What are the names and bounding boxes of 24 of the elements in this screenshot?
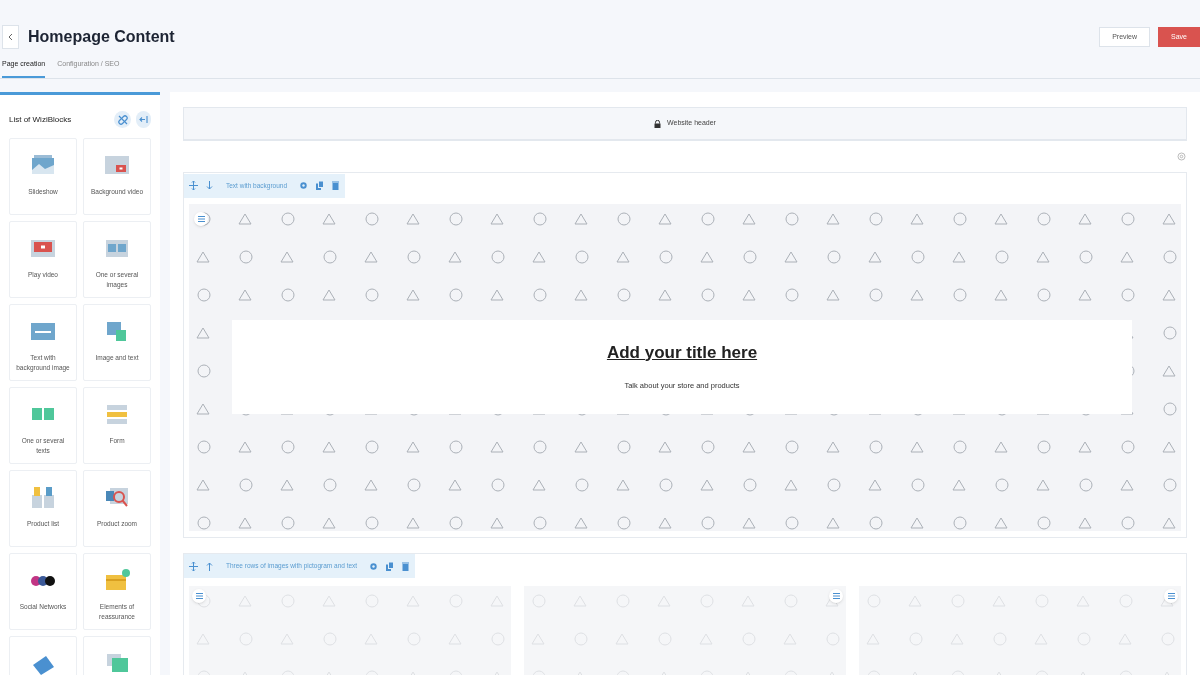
move-icon[interactable]: [189, 561, 198, 571]
banner-title: Add your title here: [606, 341, 758, 364]
menu-icon[interactable]: [1164, 589, 1178, 603]
menu-icon[interactable]: [194, 211, 208, 226]
block-icon: [104, 651, 130, 675]
trash-icon[interactable]: [331, 181, 341, 190]
lock-icon: [654, 119, 662, 128]
block-icon: [30, 485, 56, 511]
move-icon[interactable]: [189, 181, 198, 190]
menu-icon[interactable]: [829, 589, 843, 603]
sidebar-title: List of WiziBlocks: [9, 113, 72, 126]
menu-icon[interactable]: [192, 589, 206, 603]
copy-icon[interactable]: [315, 181, 325, 190]
unlink-icon[interactable]: [114, 111, 131, 128]
copy-icon[interactable]: [385, 561, 395, 571]
page-title: Homepage Content: [28, 27, 175, 47]
chevron-left-icon: [8, 33, 13, 41]
collapse-icon[interactable]: [136, 111, 151, 128]
settings-icon[interactable]: [369, 561, 379, 571]
arrow-down-icon[interactable]: [205, 181, 214, 190]
arrow-up-icon[interactable]: [205, 561, 214, 571]
settings-icon[interactable]: [299, 181, 309, 190]
trash-icon[interactable]: [401, 561, 411, 571]
settings-icon[interactable]: [1177, 152, 1186, 161]
